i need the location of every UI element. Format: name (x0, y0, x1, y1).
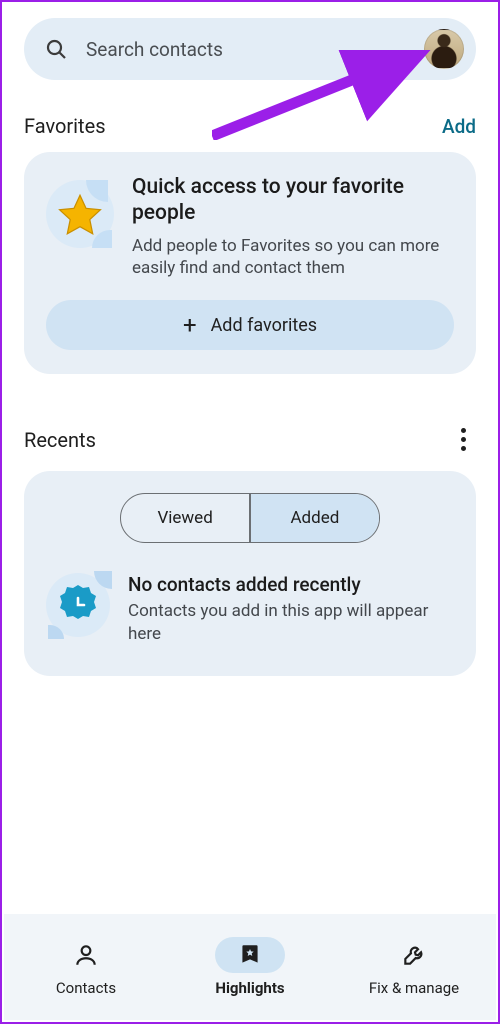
favorites-card: Quick access to your favorite people Add… (24, 152, 476, 374)
favorites-card-body: Add people to Favorites so you can more … (132, 235, 454, 281)
nav-highlights-label: Highlights (215, 979, 284, 997)
add-favorites-label: Add favorites (211, 315, 317, 336)
favorites-add-link[interactable]: Add (442, 115, 476, 138)
bottom-nav: Contacts Highlights Fix & manage (4, 914, 496, 1020)
nav-contacts-label: Contacts (56, 979, 116, 997)
segment-added[interactable]: Added (251, 494, 379, 542)
clock-badge-icon (46, 573, 110, 637)
nav-contacts[interactable]: Contacts (4, 914, 168, 1020)
nav-highlights[interactable]: Highlights (168, 914, 332, 1020)
recents-card: Viewed Added No contacts added recently … (24, 471, 476, 676)
search-placeholder: Search contacts (86, 38, 424, 61)
segment-viewed[interactable]: Viewed (121, 494, 249, 542)
search-bar[interactable]: Search contacts (24, 18, 476, 80)
recents-heading: Recents (24, 428, 96, 452)
recents-empty-title: No contacts added recently (128, 573, 454, 596)
nav-fix-label: Fix & manage (369, 979, 459, 997)
recents-empty-body: Contacts you add in this app will appear… (128, 600, 454, 646)
nav-fix-manage[interactable]: Fix & manage (332, 914, 496, 1020)
star-icon (46, 180, 114, 248)
account-avatar[interactable] (424, 29, 464, 69)
recents-segment: Viewed Added (120, 493, 380, 543)
search-icon (44, 37, 68, 61)
favorites-heading: Favorites (24, 114, 106, 138)
add-favorites-button[interactable]: + Add favorites (46, 300, 454, 350)
plus-icon: + (183, 313, 197, 337)
overflow-menu-icon[interactable] (451, 422, 476, 457)
favorites-card-title: Quick access to your favorite people (132, 174, 454, 227)
